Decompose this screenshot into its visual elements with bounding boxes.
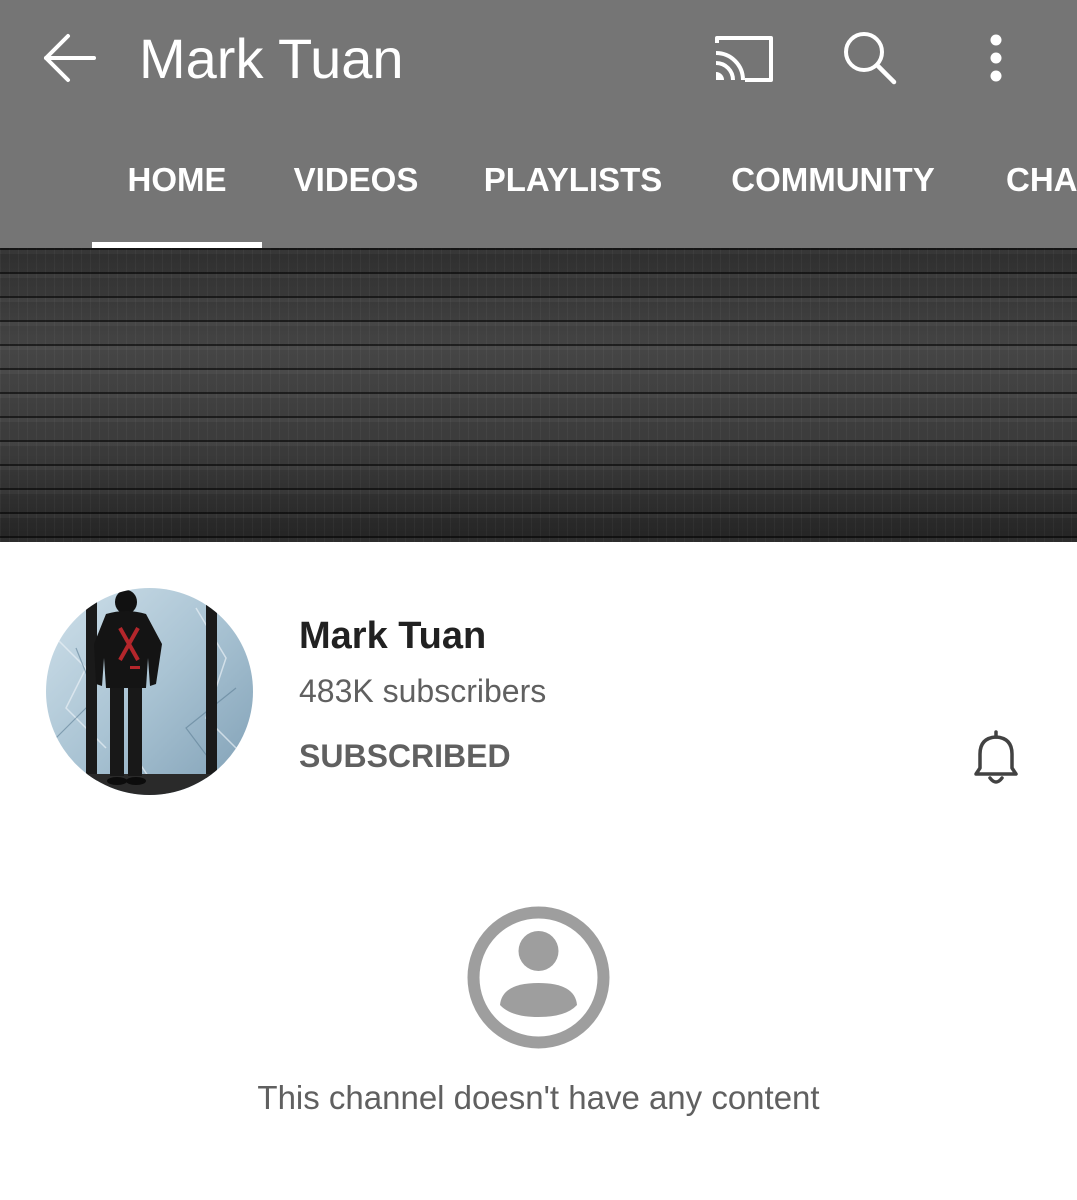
tab-videos[interactable]: VIDEOS [278,118,434,248]
tab-channels[interactable]: CHA [990,118,1077,248]
cast-icon [715,36,773,82]
more-vert-icon [990,34,1002,82]
empty-state-graphic [467,906,610,1049]
subscriber-count: 483K subscribers [299,673,547,709]
avatar-photo [46,588,253,795]
channel-avatar[interactable] [46,588,253,795]
notification-bell-button[interactable] [952,718,1040,798]
back-button[interactable] [28,22,112,94]
subscribed-button[interactable]: SUBSCRIBED [299,734,511,778]
toolbar: Mark Tuan [0,0,1077,118]
account-circle-icon [466,905,611,1050]
arrow-back-icon [44,34,96,82]
cast-button[interactable] [700,22,788,94]
tab-home[interactable]: HOME [92,118,262,248]
channel-name: Mark Tuan [299,615,487,657]
search-icon [844,32,897,85]
bell-icon [974,730,1018,784]
empty-state-message: This channel doesn't have any content [257,1079,820,1116]
channel-banner [0,248,1077,542]
app-bar: Mark Tuan HOME VIDEOS PLAYLISTS COMMUNIT… [0,0,1077,248]
search-button[interactable] [826,22,914,94]
tab-community[interactable]: COMMUNITY [710,118,956,248]
more-options-button[interactable] [952,22,1040,94]
tab-playlists[interactable]: PLAYLISTS [466,118,680,248]
page-title: Mark Tuan [139,27,404,90]
channel-tabs: HOME VIDEOS PLAYLISTS COMMUNITY CHA [0,118,1077,248]
